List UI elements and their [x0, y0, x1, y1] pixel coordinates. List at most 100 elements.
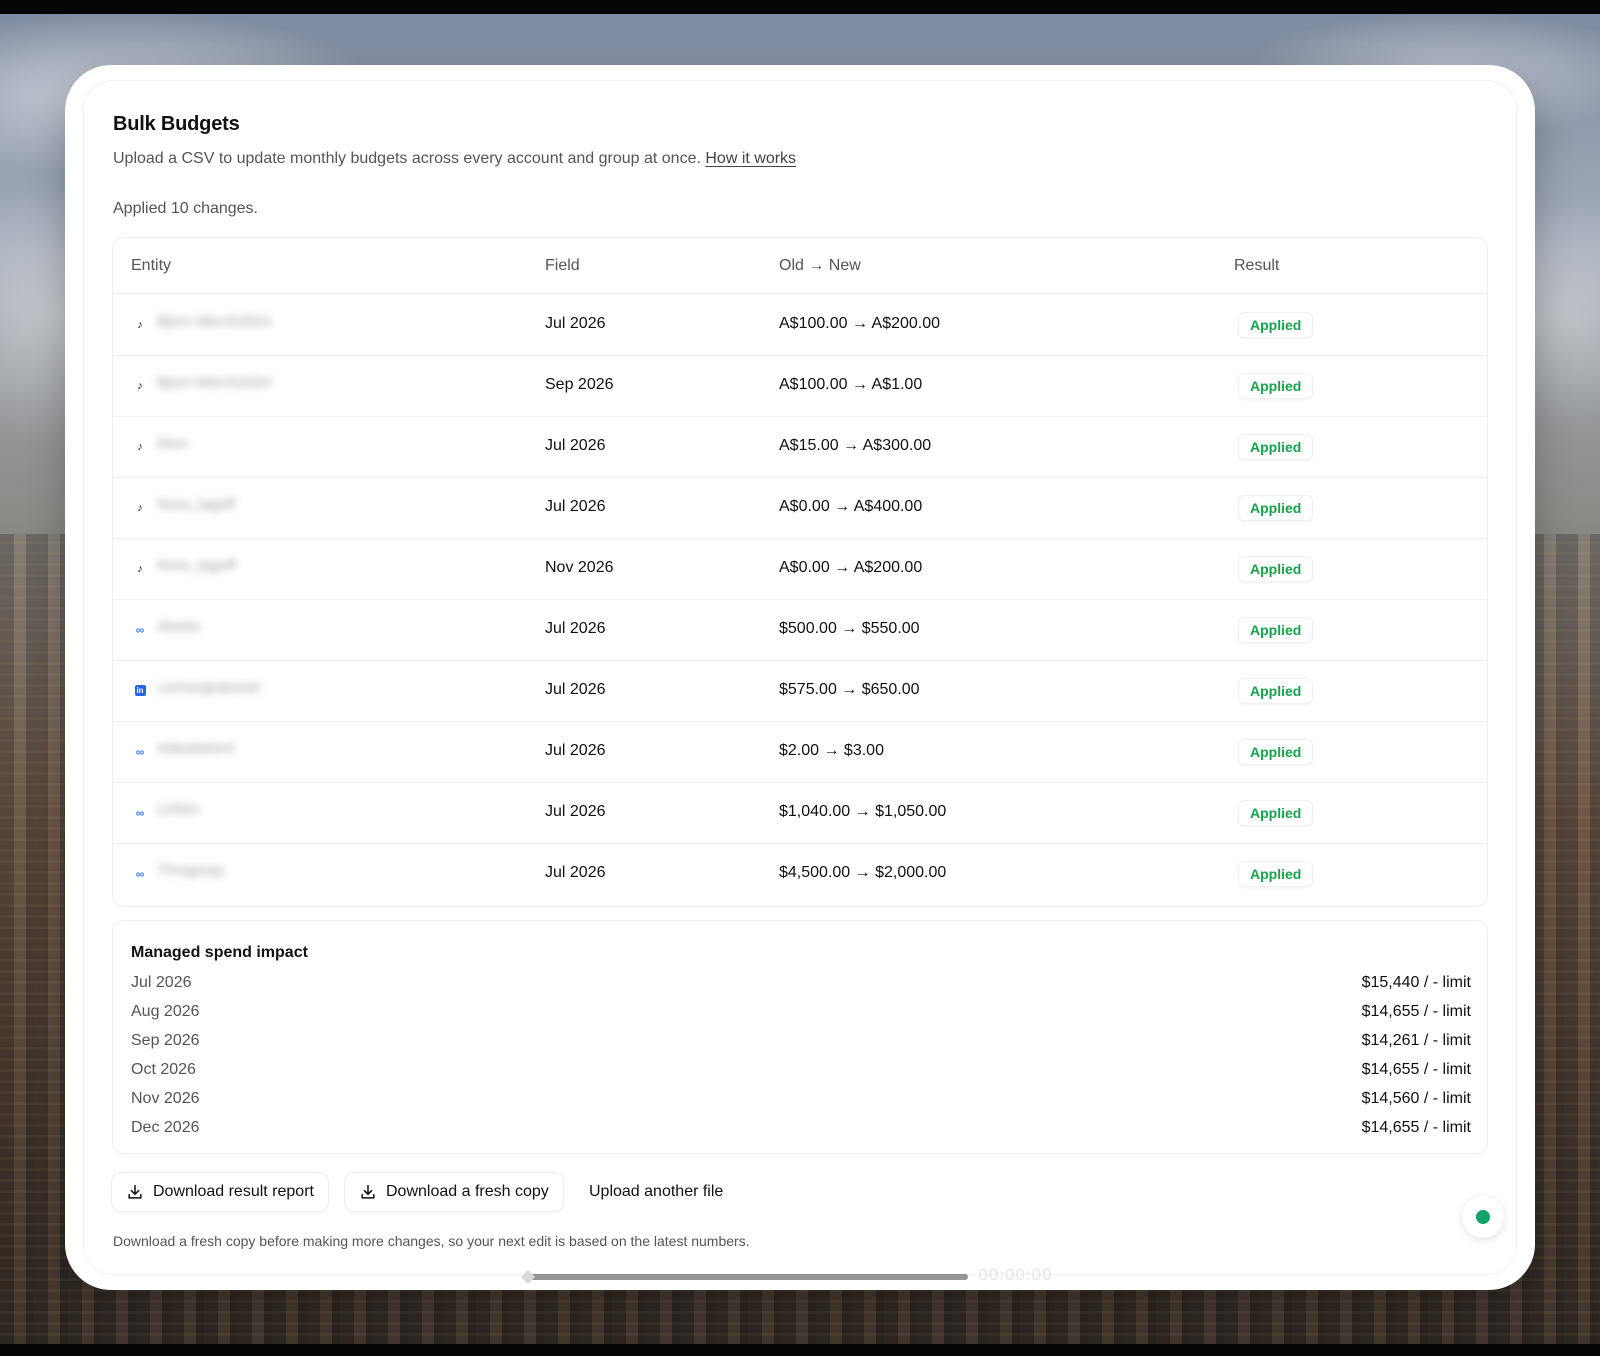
field-cell: Jul 2026 [545, 803, 606, 820]
table-row: ♪ Nora_tagoff Nov 2026 A$0.00 → A$200.00 App… [113, 538, 1487, 600]
impact-value: $14,655 / - limit [1361, 1119, 1471, 1136]
meta-icon: ∞ [135, 623, 145, 637]
change-cell: $2.00 → $3.00 [779, 742, 884, 759]
change-cell: $1,040.00 → $1,050.00 [779, 803, 947, 820]
column-header-result: Result [1234, 257, 1280, 274]
upload-another-file-label: Upload another file [589, 1183, 724, 1200]
entity-name: Throgmay [157, 862, 225, 879]
table-row: ∞ Aleeta Jul 2026 $500.00 → $550.00 Applied [113, 599, 1487, 661]
field-cell: Jul 2026 [545, 498, 606, 515]
impact-row: Jul 2026 $15,440 / - limit [131, 974, 1471, 998]
impact-month: Oct 2026 [131, 1061, 196, 1078]
impact-month: Nov 2026 [131, 1090, 200, 1107]
meta-icon: ∞ [135, 867, 145, 881]
scrubber-track [528, 1274, 968, 1280]
column-header-field: Field [545, 257, 580, 274]
table-row: ♪ Nora_tagoff Jul 2026 A$0.00 → A$400.00 App… [113, 477, 1487, 539]
entity-name: Lemongrassnet [157, 679, 261, 696]
status-badge: Applied [1238, 739, 1314, 765]
change-cell: $4,500.00 → $2,000.00 [779, 864, 947, 881]
tiktok-icon: ♪ [137, 380, 143, 392]
entity-name: Aleeta [157, 618, 200, 635]
download-fresh-copy-label: Download a fresh copy [386, 1183, 549, 1200]
download-icon [128, 1184, 142, 1199]
field-cell: Jul 2026 [545, 864, 606, 881]
video-timecode: 00:00:00 [978, 1265, 1053, 1284]
impact-month: Dec 2026 [131, 1119, 200, 1136]
upload-another-file-button[interactable]: Upload another file [575, 1172, 738, 1212]
change-cell: A$100.00 → A$1.00 [779, 376, 923, 393]
screen-bottom-bar [0, 1344, 1600, 1356]
online-status-dot [1476, 1210, 1490, 1224]
entity-name: Dion [157, 435, 188, 452]
impact-row: Oct 2026 $14,655 / - limit [131, 1061, 1471, 1085]
impact-title: Managed spend impact [131, 944, 308, 961]
impact-value: $15,440 / - limit [1361, 974, 1471, 991]
entity-name: Nora_tagoff [157, 496, 236, 513]
impact-row: Sep 2026 $14,261 / - limit [131, 1032, 1471, 1056]
status-badge: Applied [1238, 800, 1314, 826]
meta-icon: ∞ [135, 806, 145, 820]
meta-icon: ∞ [135, 745, 145, 759]
status-badge: Applied [1238, 556, 1314, 582]
screen-top-bar [0, 0, 1600, 14]
change-cell: A$0.00 → A$200.00 [779, 559, 923, 576]
field-cell: Sep 2026 [545, 376, 614, 393]
table-row: in Lemongrassnet Jul 2026 $575.00 → $650.00… [113, 660, 1487, 722]
entity-name: Bjorn Merch2024 [157, 374, 272, 391]
download-icon [361, 1184, 375, 1199]
field-cell: Jul 2026 [545, 315, 606, 332]
entity-name: Bjorn Merch2024 [157, 313, 272, 330]
apply-status: Applied 10 changes. [113, 200, 258, 217]
bulk-budgets-card: Bulk Budgets Upload a CSV to update mont… [65, 65, 1535, 1290]
impact-value: $14,261 / - limit [1361, 1032, 1471, 1049]
tiktok-icon: ♪ [137, 502, 143, 514]
impact-month: Sep 2026 [131, 1032, 200, 1049]
status-badge: Applied [1238, 312, 1314, 338]
page-subtitle: Upload a CSV to update monthly budgets a… [113, 150, 796, 168]
entity-name: Linfort [157, 801, 199, 818]
impact-value: $14,655 / - limit [1361, 1061, 1471, 1078]
table-row: ∞ Throgmay Jul 2026 $4,500.00 → $2,000.00 Ap… [113, 843, 1487, 905]
footnote: Download a fresh copy before making more… [113, 1233, 750, 1249]
change-cell: $575.00 → $650.00 [779, 681, 920, 698]
download-result-report-button[interactable]: Download result report [111, 1172, 329, 1212]
impact-value: $14,560 / - limit [1361, 1090, 1471, 1107]
chat-launcher-button[interactable] [1462, 1196, 1504, 1238]
status-badge: Applied [1238, 861, 1314, 887]
download-fresh-copy-button[interactable]: Download a fresh copy [344, 1172, 564, 1212]
status-badge: Applied [1238, 617, 1314, 643]
subtitle-text: Upload a CSV to update monthly budgets a… [113, 150, 701, 167]
table-row: ♪ Dion Jul 2026 A$15.00 → A$300.00 Applied [113, 416, 1487, 478]
field-cell: Jul 2026 [545, 620, 606, 637]
field-cell: Jul 2026 [545, 742, 606, 759]
entity-name: Nora_tagoff [157, 557, 236, 574]
tiktok-icon: ♪ [137, 563, 143, 575]
table-header: Entity Field Old → New Result [113, 238, 1487, 294]
tiktok-icon: ♪ [137, 319, 143, 331]
managed-spend-impact: Managed spend impact Jul 2026 $15,440 / -… [112, 920, 1488, 1154]
status-badge: Applied [1238, 373, 1314, 399]
field-cell: Nov 2026 [545, 559, 614, 576]
field-cell: Jul 2026 [545, 681, 606, 698]
change-cell: A$0.00 → A$400.00 [779, 498, 923, 515]
impact-month: Aug 2026 [131, 1003, 200, 1020]
impact-row: Aug 2026 $14,655 / - limit [131, 1003, 1471, 1027]
column-header-change: Old → New [779, 257, 861, 274]
impact-row: Nov 2026 $14,560 / - limit [131, 1090, 1471, 1114]
page-title: Bulk Budgets [113, 113, 240, 135]
linkedin-icon: in [134, 684, 146, 696]
column-header-entity: Entity [131, 257, 172, 274]
table-row: ♪ Bjorn Merch2024 Jul 2026 A$100.00 → A$200… [113, 294, 1487, 356]
table-row: ∞ Abbottsford Jul 2026 $2.00 → $3.00 Applied [113, 721, 1487, 783]
status-badge: Applied [1238, 434, 1314, 460]
impact-month: Jul 2026 [131, 974, 192, 991]
impact-value: $14,655 / - limit [1361, 1003, 1471, 1020]
field-cell: Jul 2026 [545, 437, 606, 454]
changes-table: Entity Field Old → New Result ♪ Bjorn Mer… [112, 237, 1488, 907]
how-it-works-link[interactable]: How it works [705, 150, 796, 167]
scrubber-handle[interactable] [520, 1269, 536, 1285]
entity-name: Abbottsford [157, 740, 234, 757]
change-cell: A$100.00 → A$200.00 [779, 315, 941, 332]
download-result-report-label: Download result report [153, 1183, 314, 1200]
